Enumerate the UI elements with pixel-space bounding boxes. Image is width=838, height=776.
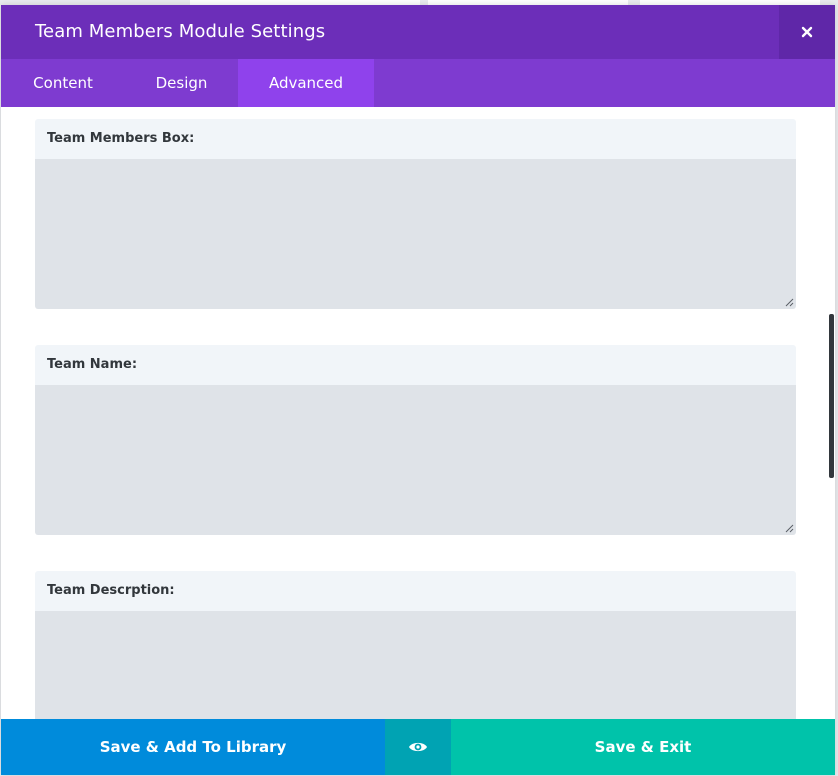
tab-advanced[interactable]: Advanced bbox=[238, 59, 374, 107]
team-name-textarea[interactable] bbox=[35, 385, 796, 535]
scrollbar-thumb[interactable] bbox=[829, 314, 834, 478]
field-team-name: Team Name: bbox=[35, 345, 796, 535]
field-label: Team Members Box: bbox=[35, 119, 796, 159]
team-description-textarea[interactable] bbox=[35, 611, 796, 719]
modal-footer: Save & Add To Library Save & Exit bbox=[1, 719, 835, 775]
field-team-members-box: Team Members Box: bbox=[35, 119, 796, 309]
save-add-to-library-button[interactable]: Save & Add To Library bbox=[1, 719, 385, 775]
modal-title: Team Members Module Settings bbox=[35, 21, 326, 42]
settings-modal: Team Members Module Settings Content Des… bbox=[1, 5, 835, 775]
close-button[interactable] bbox=[779, 5, 835, 59]
resize-grip-icon[interactable] bbox=[785, 524, 794, 533]
field-team-description: Team Descrption: bbox=[35, 571, 796, 719]
eye-icon bbox=[409, 742, 427, 752]
team-members-box-textarea[interactable] bbox=[35, 159, 796, 309]
close-icon bbox=[801, 26, 813, 38]
save-exit-button[interactable]: Save & Exit bbox=[451, 719, 835, 775]
preview-button[interactable] bbox=[385, 719, 451, 775]
field-label: Team Name: bbox=[35, 345, 796, 385]
modal-header: Team Members Module Settings bbox=[1, 5, 835, 59]
tab-design[interactable]: Design bbox=[125, 59, 238, 107]
field-label: Team Descrption: bbox=[35, 571, 796, 611]
settings-body: Team Members Box: Team Name: Team Descrp… bbox=[1, 107, 835, 719]
settings-tabs: Content Design Advanced bbox=[1, 59, 835, 107]
resize-grip-icon[interactable] bbox=[785, 298, 794, 307]
tab-content[interactable]: Content bbox=[1, 59, 125, 107]
